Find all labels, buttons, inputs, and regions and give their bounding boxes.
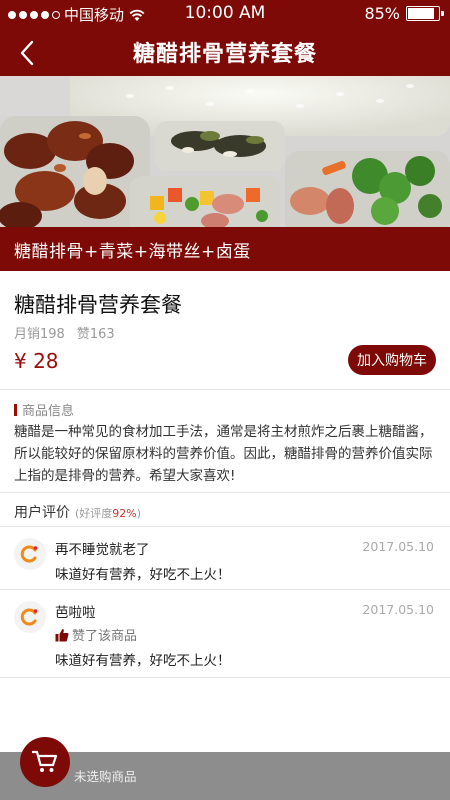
rating-suffix: ) <box>136 507 142 520</box>
battery-group: 85% <box>364 4 444 23</box>
reviews-header: 用户评价 (好评度92%) <box>14 502 141 522</box>
product-description: 糖醋是一种常见的食材加工手法，通常是将主材煎炸之后裹上糖醋酱，所以能较好的保留原… <box>14 424 433 484</box>
divider <box>0 389 450 390</box>
divider <box>0 492 450 493</box>
rating-value: 92% <box>112 507 137 520</box>
cart-status: 未选购商品 <box>74 769 137 784</box>
avatar-icon <box>14 538 46 570</box>
rating-summary: (好评度92%) <box>75 505 141 521</box>
monthly-sales: 月销198 <box>14 327 65 342</box>
cart-button[interactable] <box>20 737 70 787</box>
divider <box>0 677 450 678</box>
back-icon <box>20 40 34 66</box>
battery-percent: 85% <box>364 4 400 23</box>
liked-text: 赞了该商品 <box>72 629 138 644</box>
review-item: 芭啦啦 2017.05.10 赞了该商品 味道好有营养，好吃不上火！ <box>0 589 450 677</box>
review-user: 再不睡觉就老了 <box>55 542 150 558</box>
review-item: 再不睡觉就老了 2017.05.10 味道好有营养，好吃不上火！ <box>0 526 450 588</box>
battery-fill <box>408 8 434 19</box>
review-user: 芭啦啦 <box>55 605 96 621</box>
hero-banner: 糖醋排骨+青菜+海带丝+卤蛋 <box>0 227 450 271</box>
section-marker <box>14 403 17 416</box>
status-bar: 中国移动 10:00 AM 85% <box>0 0 450 28</box>
review-text: 味道好有营养，好吃不上火！ <box>55 567 231 583</box>
page-title: 糖醋排骨营养套餐 <box>132 42 317 67</box>
battery-icon <box>406 6 444 21</box>
avatar-icon <box>14 601 46 633</box>
product-name: 糖醋排骨营养套餐 <box>14 293 182 317</box>
product-info: 糖醋排骨营养套餐 月销198 赞163 ¥ 28 加入购物车 <box>0 271 450 389</box>
product-meta: 月销198 赞163 <box>14 323 115 342</box>
likes-count: 赞163 <box>76 327 115 342</box>
info-section-title: 商品信息 <box>14 400 74 419</box>
cart-icon <box>32 750 58 772</box>
rating-prefix: (好评度 <box>75 507 113 520</box>
product-image <box>0 76 450 227</box>
reviews-title: 用户评价 <box>14 505 70 521</box>
info-title-text: 商品信息 <box>22 404 75 419</box>
review-text: 味道好有营养，好吃不上火！ <box>55 653 231 669</box>
review-date: 2017.05.10 <box>362 602 434 617</box>
app-header: 中国移动 10:00 AM 85% 糖醋排骨营养套餐 <box>0 0 450 76</box>
add-to-cart-button[interactable]: 加入购物车 <box>348 345 436 375</box>
review-date: 2017.05.10 <box>362 539 434 554</box>
back-button[interactable] <box>10 36 44 70</box>
thumb-up-icon <box>55 628 69 641</box>
title-bar: 糖醋排骨营养套餐 <box>0 28 450 76</box>
product-price: ¥ 28 <box>14 349 59 373</box>
review-liked: 赞了该商品 <box>55 625 137 644</box>
